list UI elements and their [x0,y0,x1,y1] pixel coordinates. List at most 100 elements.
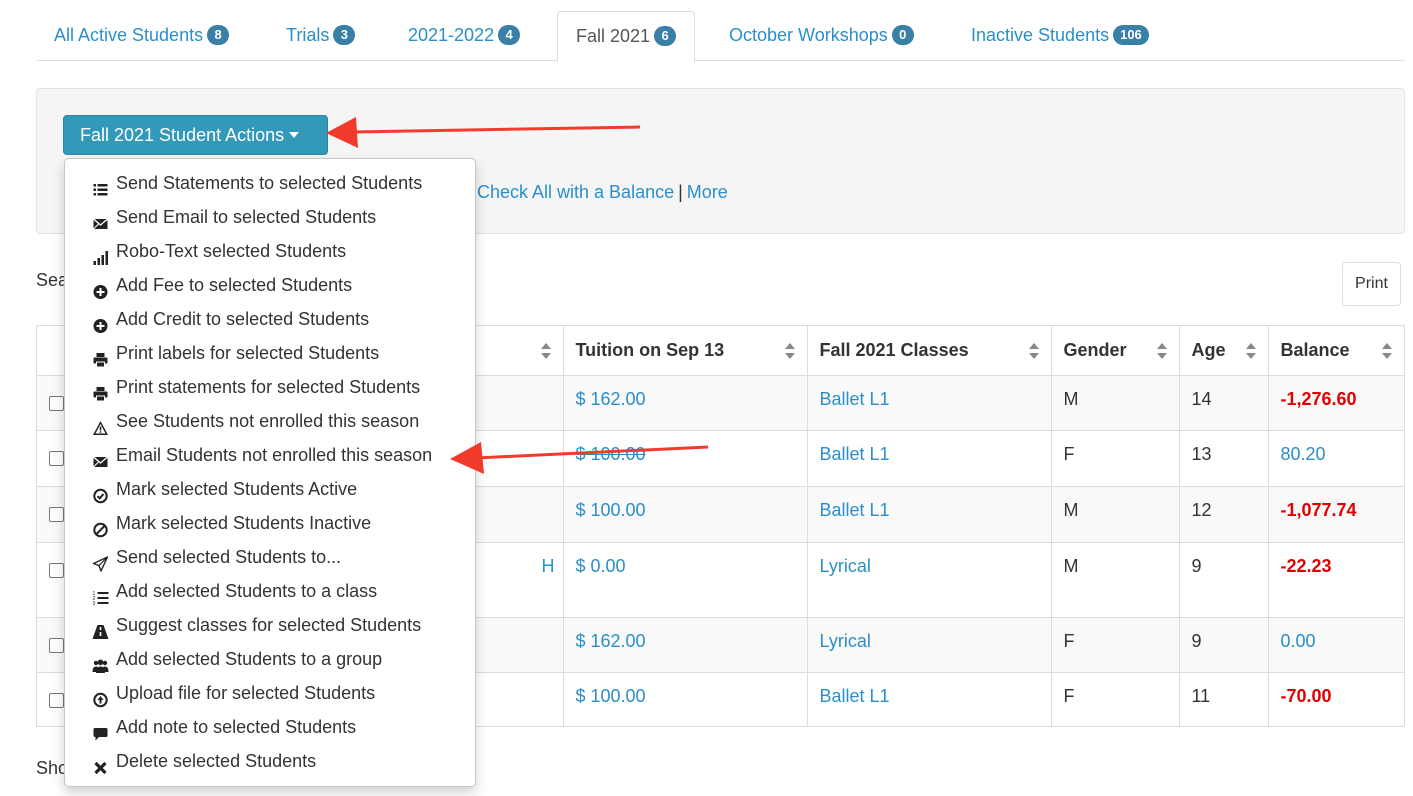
student-name-fragment[interactable]: H [542,556,555,577]
menu-item-label: Send Statements to selected Students [116,173,423,193]
more-link[interactable]: More [687,182,728,202]
row-checkbox[interactable] [49,395,64,411]
tuition-link[interactable]: $ 100.00 [576,444,646,464]
menu-item[interactable]: Print labels for selected Students [65,336,475,370]
class-link[interactable]: Ballet L1 [820,686,890,706]
gender-column-header[interactable]: Gender [1050,326,1179,376]
tab-fall-2021[interactable]: Fall 2021 6 [557,11,696,62]
menu-item-label: Delete selected Students [116,751,317,771]
menu-item-label: Email Students not enrolled this season [116,445,433,465]
menu-item[interactable]: See Students not enrolled this season [65,404,475,438]
class-link[interactable]: Ballet L1 [820,500,890,520]
menu-item[interactable]: Suggest classes for selected Students [65,608,475,642]
balance-column-header[interactable]: Balance [1267,326,1404,376]
tab-2021-2022[interactable]: 2021-2022 4 [390,11,538,61]
send-icon [92,549,109,572]
tuition-cell: $ 100.00 [562,671,807,726]
menu-item[interactable]: Send Email to selected Students [65,200,475,234]
tab-all-active-students[interactable]: All Active Students 8 [36,11,247,61]
plus-circle-icon [92,311,109,333]
class-link[interactable]: Ballet L1 [820,444,890,464]
balance-cell: 0.00 [1267,616,1404,672]
menu-item[interactable]: Email Students not enrolled this season [65,438,475,472]
sort-icon [1245,343,1256,359]
menu-item[interactable]: Send selected Students to... [65,540,475,574]
tab-october-workshops[interactable]: October Workshops 0 [711,11,932,61]
sort-icon [540,343,551,359]
class-link[interactable]: Ballet L1 [820,389,890,409]
check-circle-icon [92,481,109,504]
plus-circle-icon [92,277,109,299]
tab-trials[interactable]: Trials 3 [268,11,373,61]
menu-item-label: Add selected Students to a class [116,581,378,601]
row-checkbox[interactable] [49,506,64,522]
ban-circle-icon [92,515,109,538]
tab-label: October Workshops [729,25,888,45]
tab-label: Inactive Students [971,25,1110,45]
tuition-link[interactable]: $ 100.00 [576,686,646,706]
tab-label: Trials [286,25,330,45]
age-cell: 12 [1178,485,1268,542]
balance-value[interactable]: -70.00 [1281,686,1332,706]
tuition-link[interactable]: $ 0.00 [576,556,626,576]
class-link[interactable]: Lyrical [820,556,871,576]
row-checkbox[interactable] [49,637,64,653]
row-checkbox[interactable] [49,692,64,708]
age-column-header[interactable]: Age [1178,326,1268,376]
balance-value[interactable]: -1,077.74 [1281,500,1357,520]
balance-value[interactable]: 80.20 [1281,444,1326,464]
balance-value[interactable]: 0.00 [1281,631,1316,651]
menu-item[interactable]: Add Credit to selected Students [65,302,475,336]
menu-item-label: See Students not enrolled this season [116,411,420,431]
tuition-column-header[interactable]: Tuition on Sep 13 [562,326,807,376]
classes-column-header[interactable]: Fall 2021 Classes [806,326,1051,376]
print-button[interactable]: Print [1342,262,1401,306]
remove-icon [92,753,109,775]
balance-cell: -70.00 [1267,671,1404,726]
student-actions-dropdown-button[interactable]: Fall 2021 Student Actions [63,115,328,155]
menu-item[interactable]: Delete selected Students [65,744,475,778]
tab-inactive-students[interactable]: Inactive Students 106 [953,11,1167,61]
menu-item[interactable]: Add note to selected Students [65,710,475,744]
menu-item[interactable]: Mark selected Students Active [65,472,475,506]
menu-item-label: Mark selected Students Active [116,479,358,499]
balance-value[interactable]: -1,276.60 [1281,389,1357,409]
row-checkbox[interactable] [49,562,64,578]
actions-button-label: Fall 2021 Student Actions [80,125,285,145]
balance-cell: 80.20 [1267,429,1404,486]
row-checkbox[interactable] [49,450,64,466]
tab-label: All Active Students [54,25,204,45]
gender-cell: M [1050,541,1179,617]
menu-item-label: Add Credit to selected Students [116,309,370,329]
menu-item[interactable]: Mark selected Students Inactive [65,506,475,540]
road-icon [92,617,109,639]
tab-label: 2021-2022 [408,25,495,45]
menu-item-label: Add note to selected Students [116,717,357,737]
tuition-cell: $ 0.00 [562,541,807,617]
menu-item[interactable]: Upload file for selected Students [65,676,475,710]
menu-item[interactable]: Robo-Text selected Students [65,234,475,268]
menu-item[interactable]: Add Fee to selected Students [65,268,475,302]
tuition-link[interactable]: $ 100.00 [576,500,646,520]
tuition-cell: $ 162.00 [562,616,807,672]
sort-icon [784,343,795,359]
tuition-link[interactable]: $ 162.00 [576,389,646,409]
check-all-with-balance-link[interactable]: Check All with a Balance [477,182,674,202]
menu-item[interactable]: Print statements for selected Students [65,370,475,404]
menu-item[interactable]: 1 2 3 Add selected Students to a class [65,574,475,608]
tuition-link[interactable]: $ 162.00 [576,631,646,651]
gender-cell: F [1050,616,1179,672]
tuition-cell: $ 100.00 [562,485,807,542]
balance-value[interactable]: -22.23 [1281,556,1332,576]
balance-cell: -22.23 [1267,541,1404,617]
count-badge: 4 [498,25,521,45]
menu-item[interactable]: Send Statements to selected Students [65,166,475,200]
class-link[interactable]: Lyrical [820,631,871,651]
count-badge: 8 [207,25,230,45]
printer-icon [92,379,109,402]
classes-cell: Ballet L1 [806,374,1051,430]
menu-item-label: Send selected Students to... [116,547,342,567]
warning-icon [92,413,109,435]
menu-item[interactable]: Add selected Students to a group [65,642,475,676]
gender-cell: M [1050,485,1179,542]
